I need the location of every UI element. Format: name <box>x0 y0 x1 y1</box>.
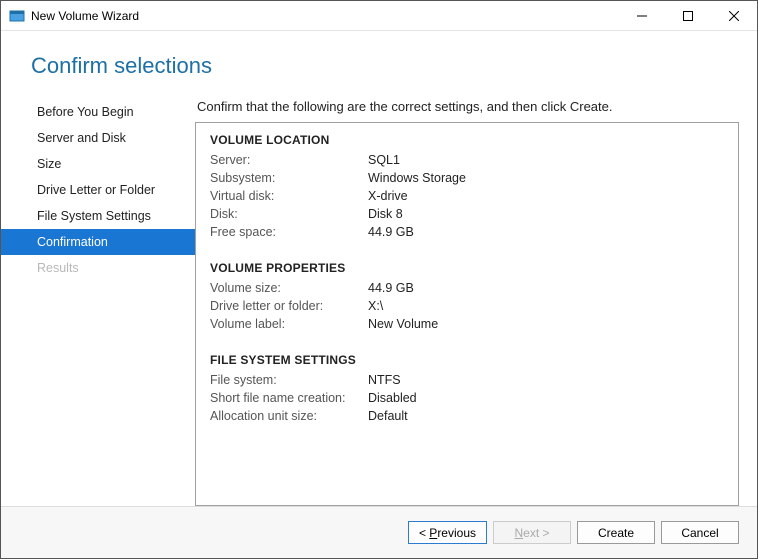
wizard-step-results: Results <box>1 255 195 281</box>
minimize-button[interactable] <box>619 1 665 30</box>
instruction-text: Confirm that the following are the corre… <box>197 99 739 114</box>
detail-key: Volume label: <box>210 317 368 331</box>
detail-value: SQL1 <box>368 153 400 167</box>
detail-value: Windows Storage <box>368 171 466 185</box>
wizard-step-drive-letter-or-folder[interactable]: Drive Letter or Folder <box>1 177 195 203</box>
detail-key: Volume size: <box>210 281 368 295</box>
detail-row: Virtual disk:X-drive <box>210 187 724 205</box>
wizard-step-confirmation[interactable]: Confirmation <box>1 229 195 255</box>
detail-row: Short file name creation:Disabled <box>210 389 724 407</box>
detail-row: Volume size:44.9 GB <box>210 279 724 297</box>
detail-row: Subsystem:Windows Storage <box>210 169 724 187</box>
detail-key: Subsystem: <box>210 171 368 185</box>
titlebar: New Volume Wizard <box>1 1 757 31</box>
cancel-button[interactable]: Cancel <box>661 521 739 544</box>
detail-row: Server:SQL1 <box>210 151 724 169</box>
previous-button[interactable]: < Previous <box>408 521 487 544</box>
detail-row: Disk:Disk 8 <box>210 205 724 223</box>
section-title: VOLUME LOCATION <box>210 133 724 147</box>
detail-key: Short file name creation: <box>210 391 368 405</box>
detail-row: Volume label:New Volume <box>210 315 724 333</box>
app-icon <box>9 8 25 24</box>
detail-value: Disabled <box>368 391 417 405</box>
wizard-step-before-you-begin[interactable]: Before You Begin <box>1 99 195 125</box>
detail-row: Drive letter or folder:X:\ <box>210 297 724 315</box>
confirmation-details: VOLUME LOCATIONServer:SQL1Subsystem:Wind… <box>195 122 739 506</box>
detail-row: Allocation unit size:Default <box>210 407 724 425</box>
wizard-step-size[interactable]: Size <box>1 151 195 177</box>
wizard-step-server-and-disk[interactable]: Server and Disk <box>1 125 195 151</box>
detail-value: NTFS <box>368 373 401 387</box>
main-area: Before You BeginServer and DiskSizeDrive… <box>1 93 757 506</box>
details-pane: Confirm that the following are the corre… <box>195 93 739 506</box>
wizard-step-file-system-settings[interactable]: File System Settings <box>1 203 195 229</box>
close-button[interactable] <box>711 1 757 30</box>
window-controls <box>619 1 757 30</box>
content: Confirm selections Before You BeginServe… <box>1 31 757 558</box>
wizard-steps-sidebar: Before You BeginServer and DiskSizeDrive… <box>1 93 195 506</box>
section-title: FILE SYSTEM SETTINGS <box>210 353 724 367</box>
detail-value: 44.9 GB <box>368 225 414 239</box>
section-title: VOLUME PROPERTIES <box>210 261 724 275</box>
detail-key: Disk: <box>210 207 368 221</box>
maximize-button[interactable] <box>665 1 711 30</box>
detail-key: Drive letter or folder: <box>210 299 368 313</box>
detail-value: Disk 8 <box>368 207 403 221</box>
detail-key: Server: <box>210 153 368 167</box>
detail-key: Allocation unit size: <box>210 409 368 423</box>
detail-row: Free space:44.9 GB <box>210 223 724 241</box>
create-button[interactable]: Create <box>577 521 655 544</box>
detail-key: File system: <box>210 373 368 387</box>
next-button: Next > <box>493 521 571 544</box>
detail-value: X-drive <box>368 189 408 203</box>
detail-key: Virtual disk: <box>210 189 368 203</box>
button-bar: < Previous Next > Create Cancel <box>1 506 757 558</box>
detail-row: File system:NTFS <box>210 371 724 389</box>
detail-value: New Volume <box>368 317 438 331</box>
page-title: Confirm selections <box>1 31 757 93</box>
detail-value: 44.9 GB <box>368 281 414 295</box>
detail-value: X:\ <box>368 299 383 313</box>
detail-key: Free space: <box>210 225 368 239</box>
detail-value: Default <box>368 409 408 423</box>
window-title: New Volume Wizard <box>31 9 619 23</box>
